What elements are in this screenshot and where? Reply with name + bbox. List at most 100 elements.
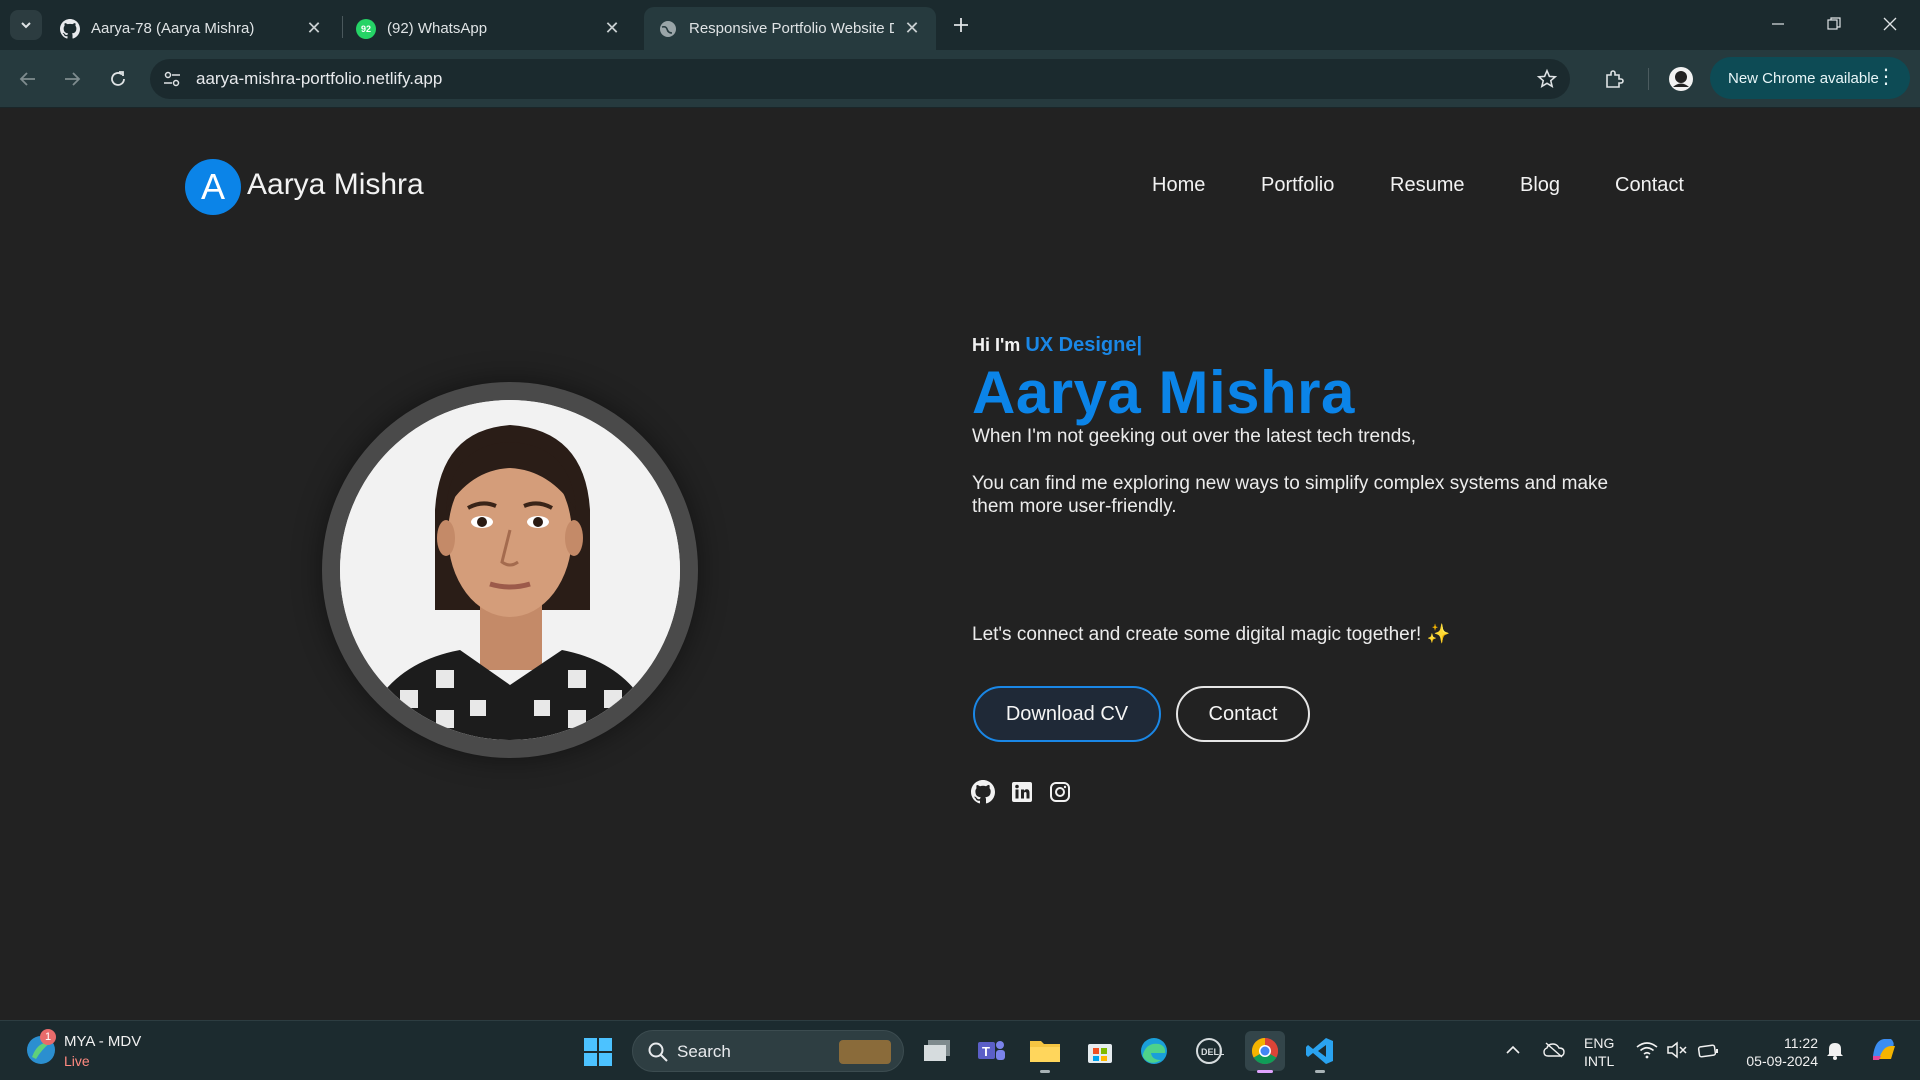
close-icon[interactable]: ✕ xyxy=(602,18,622,39)
globe-icon xyxy=(658,19,678,39)
nav-blog[interactable]: Blog xyxy=(1520,174,1560,197)
forward-button[interactable] xyxy=(58,65,86,93)
battery-tray[interactable] xyxy=(1697,1039,1719,1061)
arrow-left-icon xyxy=(19,72,35,86)
notification-badge: 1 xyxy=(40,1029,56,1045)
github-icon[interactable] xyxy=(970,779,996,805)
browser-toolbar: aarya-mishra-portfolio.netlify.app New C… xyxy=(0,50,1920,108)
address-bar[interactable]: aarya-mishra-portfolio.netlify.app xyxy=(150,59,1570,99)
show-hidden-icons-button[interactable] xyxy=(1502,1039,1524,1061)
wifi-icon xyxy=(1636,1042,1658,1059)
nav-contact[interactable]: Contact xyxy=(1615,174,1684,197)
search-highlight-image xyxy=(839,1040,891,1064)
url-text[interactable]: aarya-mishra-portfolio.netlify.app xyxy=(196,69,442,89)
hero-name: Aarya Mishra xyxy=(972,359,1355,426)
battery-icon xyxy=(1697,1044,1718,1058)
folder-icon xyxy=(1030,1041,1060,1062)
svg-text:DELL: DELL xyxy=(1201,1047,1224,1057)
hero-line-1: When I'm not geeking out over the latest… xyxy=(972,426,1417,447)
running-indicator xyxy=(1040,1070,1050,1073)
lang-top: ENG xyxy=(1584,1035,1615,1051)
edge-app[interactable] xyxy=(1134,1031,1174,1071)
download-cv-button[interactable]: Download CV xyxy=(973,686,1161,742)
tab-github[interactable]: Aarya-78 (Aarya Mishra) ✕ xyxy=(46,7,338,50)
onedrive-tray[interactable] xyxy=(1543,1039,1565,1061)
copilot-button[interactable] xyxy=(1868,1033,1900,1065)
lang-bottom: INTL xyxy=(1584,1053,1615,1069)
tab-title: Responsive Portfolio Website De xyxy=(689,20,894,37)
tab-portfolio[interactable]: Responsive Portfolio Website De ✕ xyxy=(644,7,936,50)
windows-taskbar: 1 MYA - MDV Live Search T DELL ENG INTL … xyxy=(0,1020,1920,1080)
store-icon xyxy=(1088,1044,1112,1063)
new-tab-button[interactable] xyxy=(948,12,974,38)
tab-title: Aarya-78 (Aarya Mishra) xyxy=(91,20,255,37)
teams-app[interactable]: T xyxy=(971,1031,1011,1071)
chrome-app[interactable] xyxy=(1245,1031,1285,1073)
update-label: New Chrome available xyxy=(1728,69,1879,87)
task-view-app[interactable] xyxy=(917,1031,957,1071)
toolbar-divider xyxy=(1648,68,1649,90)
system-clock[interactable]: 11:22 05-09-2024 xyxy=(1738,1034,1818,1070)
vscode-app[interactable] xyxy=(1300,1031,1340,1073)
tab-whatsapp[interactable]: 92 (92) WhatsApp ✕ xyxy=(342,7,636,50)
reload-button[interactable] xyxy=(104,65,132,93)
extensions-button[interactable] xyxy=(1600,65,1628,93)
logo-name[interactable]: Aarya Mishra xyxy=(247,168,424,202)
chrome-icon xyxy=(1251,1037,1279,1065)
edge-icon xyxy=(1141,1038,1167,1064)
running-indicator xyxy=(1257,1070,1273,1073)
widget-title[interactable]: MYA - MDV xyxy=(64,1033,141,1050)
windows-start-icon[interactable] xyxy=(583,1037,613,1067)
wifi-tray[interactable] xyxy=(1636,1039,1658,1061)
tab-title: (92) WhatsApp xyxy=(387,20,488,37)
volume-tray[interactable] xyxy=(1666,1039,1688,1061)
svg-text:T: T xyxy=(982,1044,990,1059)
profile-photo xyxy=(340,400,680,740)
taskbar-search[interactable]: Search xyxy=(632,1030,904,1072)
tab-strip: Aarya-78 (Aarya Mishra) ✕ 92 (92) WhatsA… xyxy=(0,0,1920,50)
volume-muted-icon xyxy=(1667,1041,1687,1059)
hero-greeting: Hi I'm UX Designe| xyxy=(972,334,1142,357)
microsoft-store-app[interactable] xyxy=(1080,1031,1120,1071)
site-settings-icon[interactable] xyxy=(160,67,184,91)
close-icon[interactable]: ✕ xyxy=(902,18,922,39)
logo[interactable]: A xyxy=(185,159,241,215)
close-icon[interactable]: ✕ xyxy=(304,18,324,39)
profile-button[interactable] xyxy=(1667,65,1695,93)
back-button[interactable] xyxy=(14,65,42,93)
widget-subtitle: Live xyxy=(64,1053,90,1069)
whatsapp-icon: 92 xyxy=(356,18,376,39)
instagram-icon[interactable] xyxy=(1047,779,1073,805)
vscode-icon xyxy=(1306,1038,1333,1064)
new-chrome-available-button[interactable]: New Chrome available ⋮ xyxy=(1710,57,1910,99)
linkedin-icon[interactable] xyxy=(1009,779,1035,805)
puzzle-icon xyxy=(1606,70,1624,88)
nav-portfolio[interactable]: Portfolio xyxy=(1261,174,1334,197)
nav-resume[interactable]: Resume xyxy=(1390,174,1464,197)
more-vert-icon: ⋮ xyxy=(1876,66,1896,88)
clock-time: 11:22 xyxy=(1784,1035,1818,1051)
search-icon xyxy=(648,1042,668,1062)
input-language[interactable]: ENG INTL xyxy=(1584,1034,1614,1070)
hero-line-3: Let's connect and create some digital ma… xyxy=(972,624,1451,645)
contact-button[interactable]: Contact xyxy=(1176,686,1310,742)
notifications-button[interactable] xyxy=(1824,1039,1846,1061)
file-explorer-app[interactable] xyxy=(1025,1031,1065,1073)
nav-home[interactable]: Home xyxy=(1152,174,1205,197)
close-window-button[interactable] xyxy=(1862,6,1918,42)
minimize-button[interactable] xyxy=(1750,6,1806,42)
tab-search-button[interactable] xyxy=(10,10,42,40)
dell-app[interactable]: DELL xyxy=(1189,1031,1229,1071)
chevron-up-icon xyxy=(1506,1045,1520,1054)
task-view-icon xyxy=(924,1040,950,1061)
reload-icon xyxy=(111,71,125,86)
running-indicator xyxy=(1315,1070,1325,1073)
search-label: Search xyxy=(677,1042,731,1061)
teams-icon: T xyxy=(978,1041,1005,1060)
close-icon xyxy=(1883,17,1897,31)
dell-icon: DELL xyxy=(1196,1038,1224,1064)
plus-icon xyxy=(954,18,968,32)
bookmark-star-icon[interactable] xyxy=(1536,68,1558,90)
restore-button[interactable] xyxy=(1806,6,1862,42)
arrow-right-icon xyxy=(65,72,81,86)
